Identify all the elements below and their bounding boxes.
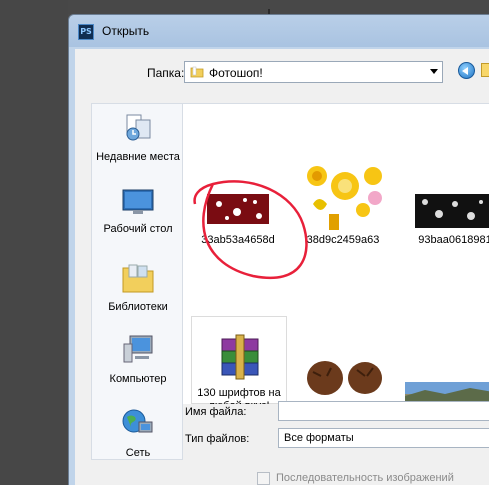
filename-input[interactable] bbox=[278, 401, 489, 421]
back-arrow-icon[interactable] bbox=[458, 62, 475, 79]
recent-places-icon bbox=[126, 114, 151, 141]
photoshop-icon: PS bbox=[78, 24, 94, 40]
place-label: Сеть bbox=[125, 447, 151, 459]
sequence-checkbox[interactable] bbox=[257, 472, 270, 485]
place-label: Рабочий стол bbox=[103, 223, 173, 235]
folder-name: Фотошоп! bbox=[209, 66, 263, 80]
filetype-select[interactable]: Все форматы bbox=[278, 428, 489, 448]
folder-label: Папка: bbox=[147, 66, 185, 80]
open-dialog: PS Открыть Папка: Фотошоп! Недавние мест… bbox=[68, 14, 489, 485]
annotation-circle bbox=[193, 180, 308, 279]
computer-icon bbox=[123, 335, 153, 363]
folder-select[interactable]: Фотошоп! bbox=[184, 61, 443, 83]
place-label: Библиотеки bbox=[108, 301, 168, 313]
network-icon bbox=[122, 409, 153, 433]
place-network[interactable]: Сеть bbox=[92, 408, 184, 460]
desktop-icon bbox=[122, 189, 154, 214]
filename-label: Имя файла: bbox=[185, 406, 247, 418]
place-label: Компьютер bbox=[109, 373, 167, 385]
sequence-label: Последовательность изображений bbox=[276, 472, 454, 484]
place-computer[interactable]: Компьютер bbox=[92, 334, 184, 386]
chevron-down-icon[interactable] bbox=[430, 69, 438, 74]
up-folder-icon[interactable] bbox=[481, 63, 489, 77]
place-recent[interactable]: Недавние места bbox=[92, 112, 184, 164]
place-desktop[interactable]: Рабочий стол bbox=[92, 188, 184, 236]
filetype-label: Тип файлов: bbox=[185, 433, 250, 445]
filetype-value: Все форматы bbox=[284, 432, 354, 444]
window-title: Открыть bbox=[102, 24, 150, 38]
folder-icon bbox=[190, 66, 204, 78]
place-libraries[interactable]: Библиотеки bbox=[92, 262, 184, 314]
places-bar: Недавние места Рабочий стол Библиотеки К… bbox=[91, 103, 183, 460]
background-top bbox=[68, 0, 489, 14]
libraries-icon bbox=[122, 264, 154, 293]
title-bar[interactable]: PS Открыть bbox=[69, 15, 489, 47]
place-label: Недавние места bbox=[96, 151, 180, 163]
background-left bbox=[0, 0, 68, 485]
file-list[interactable]: 33ab53a4658d 38d9c2459a63 93baa0618981 1… bbox=[183, 103, 489, 404]
dialog-body: Папка: Фотошоп! Недавние места Рабочий с… bbox=[75, 49, 489, 485]
